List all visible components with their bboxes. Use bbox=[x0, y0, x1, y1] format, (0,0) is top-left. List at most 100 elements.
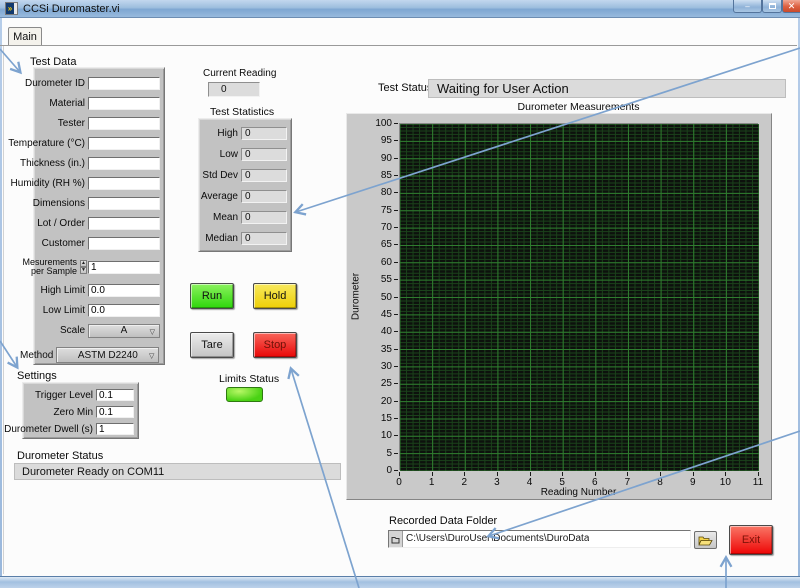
x-tick-label: 1 bbox=[422, 477, 442, 488]
y-tick-label: 25 bbox=[356, 378, 392, 389]
x-tick-label: 5 bbox=[552, 477, 572, 488]
temperature-label: Temperature (°C) bbox=[8, 138, 85, 149]
durometer-status-label: Durometer Status bbox=[17, 450, 103, 462]
x-tick-label: 2 bbox=[454, 477, 474, 488]
y-tick-label: 0 bbox=[356, 465, 392, 476]
temperature-field[interactable] bbox=[88, 137, 160, 150]
test-data-panel: Durometer ID Material Tester Temperature… bbox=[33, 67, 165, 365]
stat-mean-label: Mean bbox=[213, 212, 238, 223]
stat-stddev-value: 0 bbox=[241, 169, 287, 182]
x-tick-label: 9 bbox=[683, 477, 703, 488]
x-tick-label: 6 bbox=[585, 477, 605, 488]
minimize-icon: – bbox=[745, 2, 749, 11]
y-tick-label: 45 bbox=[356, 309, 392, 320]
chevron-down-icon: ▽ bbox=[150, 328, 155, 336]
y-tick-label: 90 bbox=[356, 153, 392, 164]
stat-high-label: High bbox=[217, 128, 238, 139]
settings-panel: Trigger Level Zero Min Durometer Dwell (… bbox=[22, 382, 139, 439]
humidity-field[interactable] bbox=[88, 177, 160, 190]
material-label: Material bbox=[49, 98, 85, 109]
tare-button[interactable]: Tare bbox=[190, 332, 234, 358]
customer-field[interactable] bbox=[88, 237, 160, 250]
trigger-level-field[interactable] bbox=[96, 389, 134, 401]
maximize-icon bbox=[769, 3, 776, 9]
stat-high-row: High 0 bbox=[199, 127, 291, 140]
settings-group-label: Settings bbox=[17, 370, 57, 382]
durometer-id-field[interactable] bbox=[88, 77, 160, 90]
lot-order-label: Lot / Order bbox=[37, 218, 85, 229]
stat-low-row: Low 0 bbox=[199, 148, 291, 161]
y-tick-label: 10 bbox=[356, 430, 392, 441]
quantity-stepper[interactable]: ▲ ▼ bbox=[80, 260, 87, 274]
lot-order-row: Lot / Order bbox=[34, 217, 164, 230]
measurements-per-sample-field[interactable] bbox=[88, 261, 160, 274]
x-tick-label: 11 bbox=[748, 477, 768, 488]
durometer-dwell-field[interactable] bbox=[96, 423, 134, 435]
low-limit-field[interactable] bbox=[88, 304, 160, 317]
test-statistics-group-label: Test Statistics bbox=[210, 106, 274, 118]
x-tick-label: 3 bbox=[487, 477, 507, 488]
measurements-per-sample-label: Mesurements per Sample bbox=[23, 258, 78, 276]
y-tick-label: 20 bbox=[356, 396, 392, 407]
lot-order-field[interactable] bbox=[88, 217, 160, 230]
method-dropdown[interactable]: ASTM D2240 ▽ bbox=[56, 347, 159, 363]
stat-stddev-label: Std Dev bbox=[202, 170, 238, 181]
y-tick-label: 65 bbox=[356, 239, 392, 250]
zero-min-row: Zero Min bbox=[23, 406, 138, 418]
open-folder-icon bbox=[698, 535, 713, 546]
tester-field[interactable] bbox=[88, 117, 160, 130]
maximize-button[interactable] bbox=[762, 0, 782, 13]
y-tick-label: 60 bbox=[356, 257, 392, 268]
recorded-data-folder-field[interactable]: C:\Users\DuroUser\Documents\DuroData bbox=[388, 530, 691, 548]
spinner-up-icon[interactable]: ▲ bbox=[80, 260, 87, 267]
thickness-field[interactable] bbox=[88, 157, 160, 170]
x-tick-label: 10 bbox=[715, 477, 735, 488]
tester-row: Tester bbox=[34, 117, 164, 130]
durometer-id-row: Durometer ID bbox=[34, 77, 164, 90]
method-value: ASTM D2240 bbox=[78, 350, 138, 361]
hold-button[interactable]: Hold bbox=[253, 283, 297, 309]
x-tick-label: 7 bbox=[617, 477, 637, 488]
test-statistics-panel: High 0 Low 0 Std Dev 0 Average 0 Mean 0 … bbox=[198, 118, 292, 252]
low-limit-row: Low Limit bbox=[34, 304, 164, 317]
low-limit-label: Low Limit bbox=[43, 305, 85, 316]
recorded-data-folder-path: C:\Users\DuroUser\Documents\DuroData bbox=[403, 531, 589, 547]
high-limit-label: High Limit bbox=[41, 285, 85, 296]
durometer-dwell-row: Durometer Dwell (s) bbox=[23, 423, 138, 435]
tab-main[interactable]: Main bbox=[8, 27, 42, 46]
close-icon: ✕ bbox=[788, 1, 796, 12]
y-tick-label: 35 bbox=[356, 344, 392, 355]
chart-title: Durometer Measurements bbox=[399, 101, 758, 113]
durometer-dwell-label: Durometer Dwell (s) bbox=[4, 424, 93, 435]
recorded-data-folder-label: Recorded Data Folder bbox=[389, 515, 497, 527]
scale-dropdown[interactable]: A ▽ bbox=[88, 324, 160, 338]
customer-label: Customer bbox=[42, 238, 85, 249]
dimensions-label: Dimensions bbox=[33, 198, 85, 209]
chart-plot-area bbox=[399, 123, 758, 470]
y-tick-label: 55 bbox=[356, 274, 392, 285]
run-button[interactable]: Run bbox=[190, 283, 234, 309]
minimize-button[interactable]: – bbox=[733, 0, 762, 13]
measurements-per-sample-row: Mesurements per Sample ▲ ▼ bbox=[34, 257, 164, 277]
stat-mean-value: 0 bbox=[241, 211, 287, 224]
close-button[interactable]: ✕ bbox=[782, 0, 800, 13]
material-field[interactable] bbox=[88, 97, 160, 110]
chart-x-axis-label: Reading Number bbox=[399, 487, 758, 498]
zero-min-label: Zero Min bbox=[54, 407, 93, 418]
stop-button[interactable]: Stop bbox=[253, 332, 297, 358]
tester-label: Tester bbox=[58, 118, 85, 129]
stat-median-value: 0 bbox=[241, 232, 287, 245]
dimensions-field[interactable] bbox=[88, 197, 160, 210]
x-tick-label: 8 bbox=[650, 477, 670, 488]
zero-min-field[interactable] bbox=[96, 406, 134, 418]
browse-folder-button[interactable] bbox=[694, 531, 717, 549]
y-tick-label: 80 bbox=[356, 187, 392, 198]
current-reading-display: 0 bbox=[208, 82, 260, 97]
window-frame-bottom bbox=[0, 576, 800, 588]
y-tick-label: 40 bbox=[356, 326, 392, 337]
stat-high-value: 0 bbox=[241, 127, 287, 140]
high-limit-field[interactable] bbox=[88, 284, 160, 297]
spinner-down-icon[interactable]: ▼ bbox=[80, 267, 87, 274]
exit-button[interactable]: Exit bbox=[729, 525, 773, 555]
chart-grid bbox=[400, 124, 759, 471]
